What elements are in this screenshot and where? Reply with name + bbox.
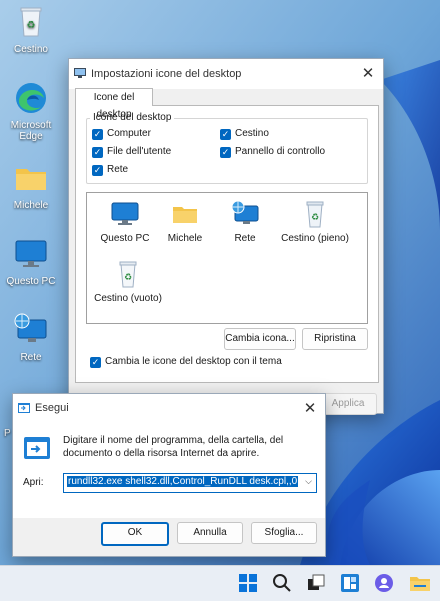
list-item-label: Michele xyxy=(167,233,203,244)
desktop-icon-edge[interactable]: Microsoft Edge xyxy=(0,80,62,142)
run-window-icon xyxy=(18,402,30,414)
tab-label: Icone del desktop xyxy=(93,92,135,120)
edge-icon xyxy=(13,80,49,116)
checkbox-label: Computer xyxy=(107,128,151,139)
tab-page: Icone del desktop ✓ Computer ✓ Cestino ✓… xyxy=(75,105,379,383)
computer-icon xyxy=(110,199,140,229)
dialog-titlebar: Impostazioni icone del desktop ✕ xyxy=(69,59,383,89)
button-label: Applica xyxy=(331,398,365,409)
button-label: OK xyxy=(127,527,143,538)
button-label: Cambia icona... xyxy=(225,333,295,344)
command-combobox[interactable]: rundll32.exe shell32.dll,Control_RunDLL … xyxy=(63,473,317,493)
svg-text:♻: ♻ xyxy=(27,20,36,31)
list-item-label: Questo PC xyxy=(100,233,150,244)
list-item-label: Rete xyxy=(234,233,256,244)
run-program-icon xyxy=(23,436,51,460)
user-folder-icon xyxy=(13,160,49,196)
dialog-title: Impostazioni icone del desktop xyxy=(91,68,242,80)
restore-button[interactable]: Ripristina xyxy=(302,328,368,350)
desktop-icon-this-pc[interactable]: Questo PC xyxy=(0,236,62,287)
file-explorer-icon[interactable] xyxy=(408,571,432,595)
list-item-label: Cestino (vuoto) xyxy=(94,293,162,304)
widgets-icon[interactable] xyxy=(338,571,362,595)
chevron-down-icon[interactable]: ⌵ xyxy=(305,476,312,487)
chat-icon[interactable] xyxy=(372,571,396,595)
desktop-icon-label: Rete xyxy=(20,352,42,363)
network-icon xyxy=(230,199,260,229)
checkbox-checked-icon: ✓ xyxy=(90,357,101,368)
list-item-this-pc[interactable]: Questo PC xyxy=(93,199,157,244)
desktop-icon-label: Microsoft Edge xyxy=(10,120,52,142)
button-label: Sfoglia... xyxy=(264,527,304,538)
checkbox-checked-icon: ✓ xyxy=(92,165,103,176)
desktop-icon-label: Michele xyxy=(13,200,49,211)
list-item-recycle-bin-full[interactable]: ♻ Cestino (pieno) xyxy=(275,199,355,244)
taskbar xyxy=(0,565,440,601)
cancel-button[interactable]: Annulla xyxy=(177,522,243,544)
desktop-icon-settings-dialog: Impostazioni icone del desktop ✕ Icone d… xyxy=(68,58,384,415)
list-item-network[interactable]: Rete xyxy=(213,199,277,244)
icon-list[interactable]: Questo PC Michele Rete ♻ Cestino (pieno) xyxy=(86,192,368,324)
run-dialog: Esegui ✕ Digitare il nome del programma,… xyxy=(12,393,326,557)
desktop-icon-user-folder[interactable]: Michele xyxy=(0,160,62,211)
recycle-bin-full-icon: ♻ xyxy=(300,199,330,229)
checkbox-label: Cambia le icone del desktop con il tema xyxy=(105,356,282,367)
svg-text:♻: ♻ xyxy=(311,212,319,222)
checkbox-label: Cestino xyxy=(235,128,269,139)
recycle-bin-icon: ♻ xyxy=(13,4,49,40)
run-title: Esegui xyxy=(35,402,69,414)
list-item-recycle-bin-empty[interactable]: ♻ Cestino (vuoto) xyxy=(93,259,163,304)
svg-text:♻: ♻ xyxy=(124,272,132,282)
browse-button[interactable]: Sfoglia... xyxy=(251,522,317,544)
close-icon[interactable]: ✕ xyxy=(299,398,321,420)
checkbox-label: Pannello di controllo xyxy=(235,146,326,157)
list-item-label: Cestino (pieno) xyxy=(281,233,349,244)
close-icon[interactable]: ✕ xyxy=(357,63,379,85)
change-icon-button[interactable]: Cambia icona... xyxy=(224,328,296,350)
apply-button[interactable]: Applica xyxy=(319,393,377,415)
desktop-icon-network[interactable]: Rete xyxy=(0,312,62,363)
start-icon[interactable] xyxy=(236,571,260,595)
checkbox-label: File dell'utente xyxy=(107,146,172,157)
desktop-icon-label: P xyxy=(4,428,11,439)
recycle-bin-empty-icon: ♻ xyxy=(113,259,143,289)
run-content: Digitare il nome del programma, della ca… xyxy=(13,422,325,518)
checkbox-label: Rete xyxy=(107,164,129,175)
search-icon[interactable] xyxy=(270,571,294,595)
network-icon xyxy=(13,312,49,348)
ok-button[interactable]: OK xyxy=(101,522,169,546)
desktop-icon-label: Questo PC xyxy=(6,276,56,287)
desktop-icon-label: Cestino xyxy=(14,44,48,55)
button-label: Annulla xyxy=(193,527,227,538)
checkbox-checked-icon: ✓ xyxy=(220,147,231,158)
task-view-icon[interactable] xyxy=(304,571,328,595)
run-description: Digitare il nome del programma, della ca… xyxy=(63,435,284,459)
desktop-icon-recycle-bin[interactable]: ♻ Cestino xyxy=(0,4,62,55)
run-titlebar: Esegui ✕ xyxy=(13,394,325,422)
list-item-user-folder[interactable]: Michele xyxy=(153,199,217,244)
computer-icon xyxy=(13,236,49,272)
checkbox-checked-icon: ✓ xyxy=(92,147,103,158)
button-label: Ripristina xyxy=(314,333,356,344)
checkbox-checked-icon: ✓ xyxy=(220,129,231,140)
tab-desktop-icons[interactable]: Icone del desktop xyxy=(75,88,153,120)
settings-window-icon xyxy=(74,67,86,79)
user-folder-icon xyxy=(170,199,200,229)
open-label: Apri: xyxy=(23,477,44,488)
checkbox-checked-icon: ✓ xyxy=(92,129,103,140)
command-input[interactable]: rundll32.exe shell32.dll,Control_RunDLL … xyxy=(67,476,299,487)
